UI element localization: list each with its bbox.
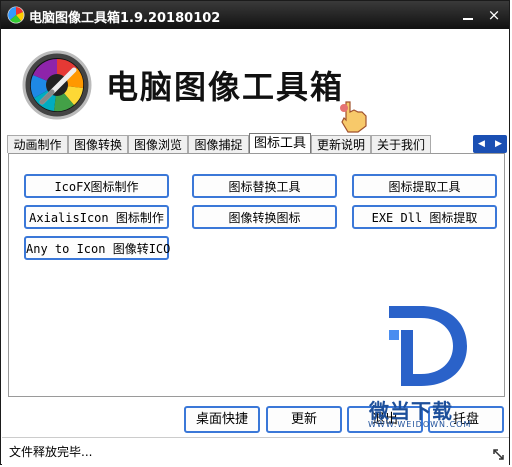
- resize-grip-icon[interactable]: [491, 447, 505, 461]
- icofx-button[interactable]: IcoFX图标制作: [24, 174, 169, 198]
- tab-icon-tools[interactable]: 图标工具: [249, 133, 311, 154]
- any-to-icon-button[interactable]: Any to Icon 图像转ICO: [24, 236, 170, 260]
- status-text: 文件释放完毕...: [9, 445, 93, 459]
- tab-scroll-left-icon[interactable]: ◀: [473, 135, 490, 153]
- tab-image-capture[interactable]: 图像捕捉: [188, 135, 249, 153]
- watermark-logo-icon: [389, 306, 467, 386]
- desktop-shortcut-button[interactable]: 桌面快捷: [184, 406, 260, 433]
- tab-changelog[interactable]: 更新说明: [311, 135, 371, 153]
- tab-animation[interactable]: 动画制作: [7, 135, 68, 153]
- watermark-url: WWW.WEIDOWN.COM: [368, 420, 472, 429]
- minimize-icon[interactable]: [459, 6, 477, 24]
- status-bar: 文件释放完毕...: [2, 437, 509, 465]
- app-window: 电脑图像工具箱1.9.20180102 × 电脑图像工具箱 动画制作 图像转换 …: [0, 0, 510, 465]
- app-icon: [7, 6, 25, 24]
- tab-scroll-buttons: ◀ ▶: [473, 135, 507, 153]
- title-bar[interactable]: 电脑图像工具箱1.9.20180102 ×: [1, 1, 509, 29]
- color-picker-logo-icon: [22, 50, 92, 120]
- hand-cursor-icon: [340, 101, 367, 133]
- app-name-heading: 电脑图像工具箱: [106, 68, 345, 106]
- update-button[interactable]: 更新: [266, 406, 342, 433]
- icon-tools-panel: IcoFX图标制作 图标替换工具 图标提取工具 AxialisIcon 图标制作…: [8, 153, 505, 397]
- icon-replace-button[interactable]: 图标替换工具: [192, 174, 337, 198]
- tab-scroll-right-icon[interactable]: ▶: [490, 135, 507, 153]
- window-title: 电脑图像工具箱1.9.20180102: [29, 11, 221, 26]
- banner: 电脑图像工具箱: [2, 30, 509, 134]
- close-icon[interactable]: ×: [485, 6, 503, 24]
- tab-image-convert[interactable]: 图像转换: [68, 135, 128, 153]
- axialis-icon-button[interactable]: AxialisIcon 图标制作: [24, 205, 169, 229]
- exe-dll-extract-button[interactable]: EXE Dll 图标提取: [352, 205, 497, 229]
- tab-image-browse[interactable]: 图像浏览: [128, 135, 188, 153]
- icon-extract-button[interactable]: 图标提取工具: [352, 174, 497, 198]
- image-to-icon-button[interactable]: 图像转换图标: [192, 205, 337, 229]
- tab-strip: 动画制作 图像转换 图像浏览 图像捕捉 图标工具 更新说明 关于我们 ◀ ▶: [7, 133, 507, 154]
- tab-about[interactable]: 关于我们: [371, 135, 431, 153]
